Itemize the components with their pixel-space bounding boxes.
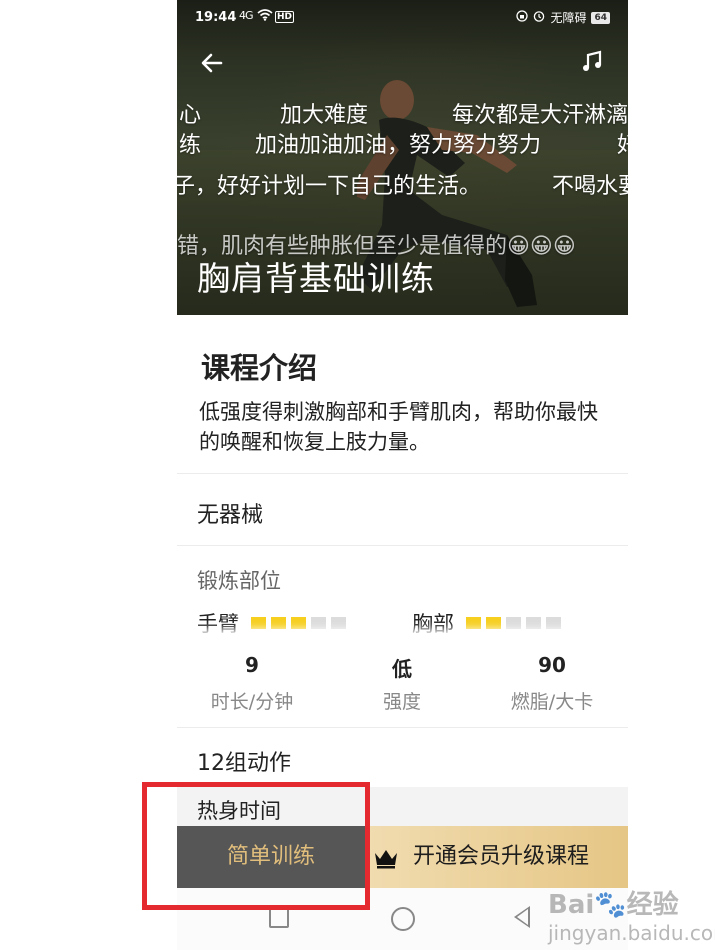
simple-training-button[interactable]: 简单训练 (177, 826, 365, 888)
stat-intensity: 低 强度 (327, 653, 477, 714)
recent-apps-icon[interactable] (269, 908, 289, 928)
level-box (311, 617, 326, 629)
divider (177, 545, 628, 546)
status-bar: 19:44 4G HD 无障碍 64 (177, 0, 628, 36)
divider (177, 473, 628, 474)
level-box (251, 617, 266, 629)
battery-icon: 64 (591, 11, 610, 24)
music-note-icon (583, 50, 602, 71)
danmaku-comment: 不喝水要 (552, 174, 628, 199)
stat-duration: 9 时长/分钟 (177, 653, 327, 714)
hd-badge: HD (275, 11, 295, 23)
danmaku-comment: 心 (179, 103, 202, 128)
level-box (331, 617, 346, 629)
level-box (466, 617, 481, 629)
back-button[interactable] (199, 50, 227, 78)
lock-rotation-icon (516, 10, 529, 25)
vip-upgrade-label: 开通会员升级课程 (413, 844, 590, 869)
warmup-heading: 热身时间 (197, 799, 281, 823)
target-part-chest: 胸部 (412, 608, 561, 638)
stat-value: 低 (392, 657, 412, 681)
danmaku-comment: 加大难度 (280, 103, 369, 128)
watermark-text: 经验 (626, 890, 679, 920)
part-label: 手臂 (197, 612, 239, 636)
danmaku-comment: 练 (179, 133, 202, 158)
vip-upgrade-button[interactable]: 开通会员升级课程 (365, 826, 628, 888)
level-box (291, 617, 306, 629)
paw-icon: 🐾 (594, 890, 627, 920)
music-button[interactable] (580, 50, 606, 76)
target-parts-heading: 锻炼部位 (197, 569, 281, 593)
danmaku-comment: 加油加油加油，努力努力努力 (255, 133, 542, 158)
target-part-arm: 手臂 (197, 608, 346, 638)
signal-icon: 4G (239, 9, 253, 22)
intro-description: 低强度得刺激胸部和手臂肌肉，帮助你最快的唤醒和恢复上肢力量。 (199, 400, 598, 454)
stat-calories: 90 燃脂/大卡 (477, 653, 627, 714)
stat-value: 90 (538, 653, 566, 677)
equipment-label: 无器械 (197, 503, 264, 528)
danmaku-comment: 每次都是大汗淋漓 (452, 103, 628, 128)
alarm-icon (533, 10, 545, 25)
watermark-brand: Bai (548, 890, 595, 920)
stat-label: 强度 (382, 691, 421, 713)
baidu-jingyan-watermark: Bai🐾经验 jingyan.baidu.com (548, 884, 715, 945)
level-box (506, 617, 521, 629)
home-icon[interactable] (391, 907, 415, 931)
level-box (271, 617, 286, 629)
intensity-bars (466, 617, 561, 629)
hero-banner: 心 加大难度 每次都是大汗淋漓 练 加油加油加油，努力努力努力 好 子，好好计划… (177, 0, 628, 315)
status-time: 19:44 (195, 10, 237, 25)
danmaku-comment: 好 (617, 127, 628, 159)
arrow-left-icon (201, 53, 223, 73)
back-triangle-icon[interactable] (514, 906, 530, 928)
stat-value: 9 (245, 653, 259, 677)
level-box (486, 617, 501, 629)
actions-count: 12组动作 (197, 751, 291, 776)
status-indicators: 无障碍 64 (516, 9, 610, 26)
stats-panel: 9 时长/分钟 低 强度 90 燃脂/大卡 (177, 635, 628, 730)
accessibility-status: 无障碍 (550, 11, 587, 25)
phone-screen: 心 加大难度 每次都是大汗淋漓 练 加油加油加油，努力努力努力 好 子，好好计划… (177, 0, 628, 950)
stat-label: 燃脂/大卡 (510, 691, 594, 713)
part-label: 胸部 (412, 612, 454, 636)
crown-icon (373, 826, 399, 888)
danmaku-comment: 子，好好计划一下自己的生活。 (177, 174, 482, 199)
watermark-url: jingyan.baidu.com (548, 921, 715, 945)
divider (177, 727, 628, 728)
wifi-icon (257, 8, 273, 25)
intro-heading: 课程介绍 (201, 351, 318, 385)
course-title: 胸肩背基础训练 (197, 259, 435, 298)
level-box (526, 617, 541, 629)
stat-label: 时长/分钟 (210, 691, 294, 713)
level-box (546, 617, 561, 629)
intensity-bars (251, 617, 346, 629)
